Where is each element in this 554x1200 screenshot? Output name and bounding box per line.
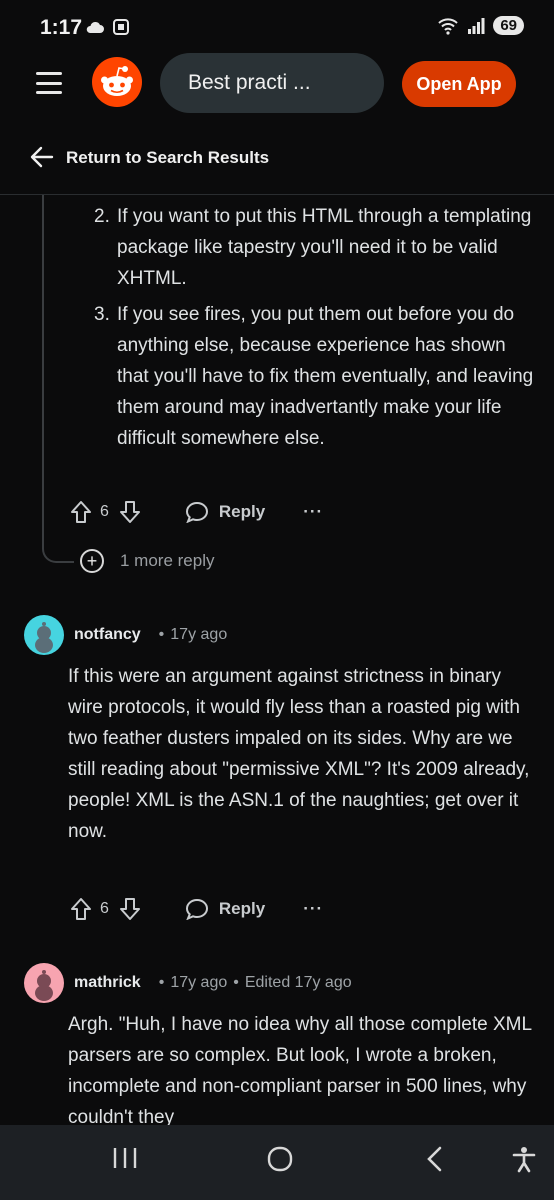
upvote-button[interactable] (70, 897, 92, 921)
downvote-button[interactable] (119, 500, 141, 524)
return-to-search-bar[interactable]: Return to Search Results (0, 120, 554, 195)
return-label[interactable]: Return to Search Results (66, 148, 269, 168)
comments-feed: 2. If you want to put this HTML through a… (0, 195, 554, 1125)
vote-count: 6 (100, 900, 109, 917)
comment-body: Argh. "Huh, I have no idea why all those… (68, 1014, 532, 1125)
comment-age: 17y ago (170, 626, 228, 643)
screenshot-icon (113, 19, 129, 35)
vote-count: 6 (100, 503, 109, 520)
comment-actions: 6 Reply ··· (70, 889, 323, 929)
more-replies-label[interactable]: 1 more reply (120, 551, 214, 571)
comment-age: 17y ago (170, 974, 228, 991)
thread-line[interactable] (42, 195, 44, 547)
thread-curve (42, 535, 74, 563)
wifi-icon (438, 17, 459, 35)
upvote-button[interactable] (70, 500, 92, 524)
app-header: Best practi ... Open App (0, 52, 554, 114)
author-name[interactable]: notfancy (74, 626, 141, 644)
cloud-icon (86, 21, 104, 33)
upvote-icon[interactable] (70, 500, 92, 524)
reply-button[interactable]: Reply (185, 501, 265, 523)
comment-actions: 6 Reply ··· (70, 492, 323, 532)
avatar[interactable] (24, 615, 64, 655)
previous-comment-list: 2. If you want to put this HTML through a… (94, 201, 534, 459)
open-app-button[interactable]: Open App (402, 61, 516, 107)
battery-level: 69 (493, 16, 524, 35)
downvote-button[interactable] (119, 897, 141, 921)
more-replies-button[interactable]: + 1 more reply (80, 549, 214, 573)
back-icon[interactable] (424, 1145, 446, 1173)
avatar[interactable] (24, 963, 64, 1003)
search-bar[interactable]: Best practi ... (160, 53, 384, 113)
reddit-logo[interactable] (92, 57, 142, 107)
home-icon[interactable] (266, 1145, 294, 1173)
more-options-button[interactable]: ··· (303, 899, 323, 919)
plus-icon[interactable]: + (80, 549, 104, 573)
author-name[interactable]: mathrick (74, 974, 141, 992)
downvote-icon[interactable] (119, 500, 141, 524)
reply-icon (185, 898, 208, 920)
list-item: 2. If you want to put this HTML through a… (94, 206, 532, 289)
edited-label: Edited 17y ago (244, 974, 352, 991)
reply-button[interactable]: Reply (185, 898, 265, 920)
list-item: 3. If you see fires, you put them out bef… (94, 304, 534, 449)
status-bar: 1:17 69 (0, 0, 554, 52)
comment-body: If this were an argument against strictn… (68, 666, 530, 842)
menu-icon[interactable] (36, 72, 62, 94)
accessibility-icon[interactable] (510, 1145, 538, 1173)
status-time: 1:17 (40, 16, 83, 39)
system-nav-bar (0, 1125, 554, 1200)
downvote-icon[interactable] (119, 897, 141, 921)
reply-icon (185, 501, 208, 523)
more-options-button[interactable]: ··· (303, 502, 323, 522)
back-arrow-icon[interactable] (30, 146, 54, 168)
upvote-icon[interactable] (70, 897, 92, 921)
signal-icon (468, 17, 485, 34)
recent-apps-icon[interactable] (112, 1145, 138, 1171)
search-text: Best practi ... (188, 71, 311, 94)
